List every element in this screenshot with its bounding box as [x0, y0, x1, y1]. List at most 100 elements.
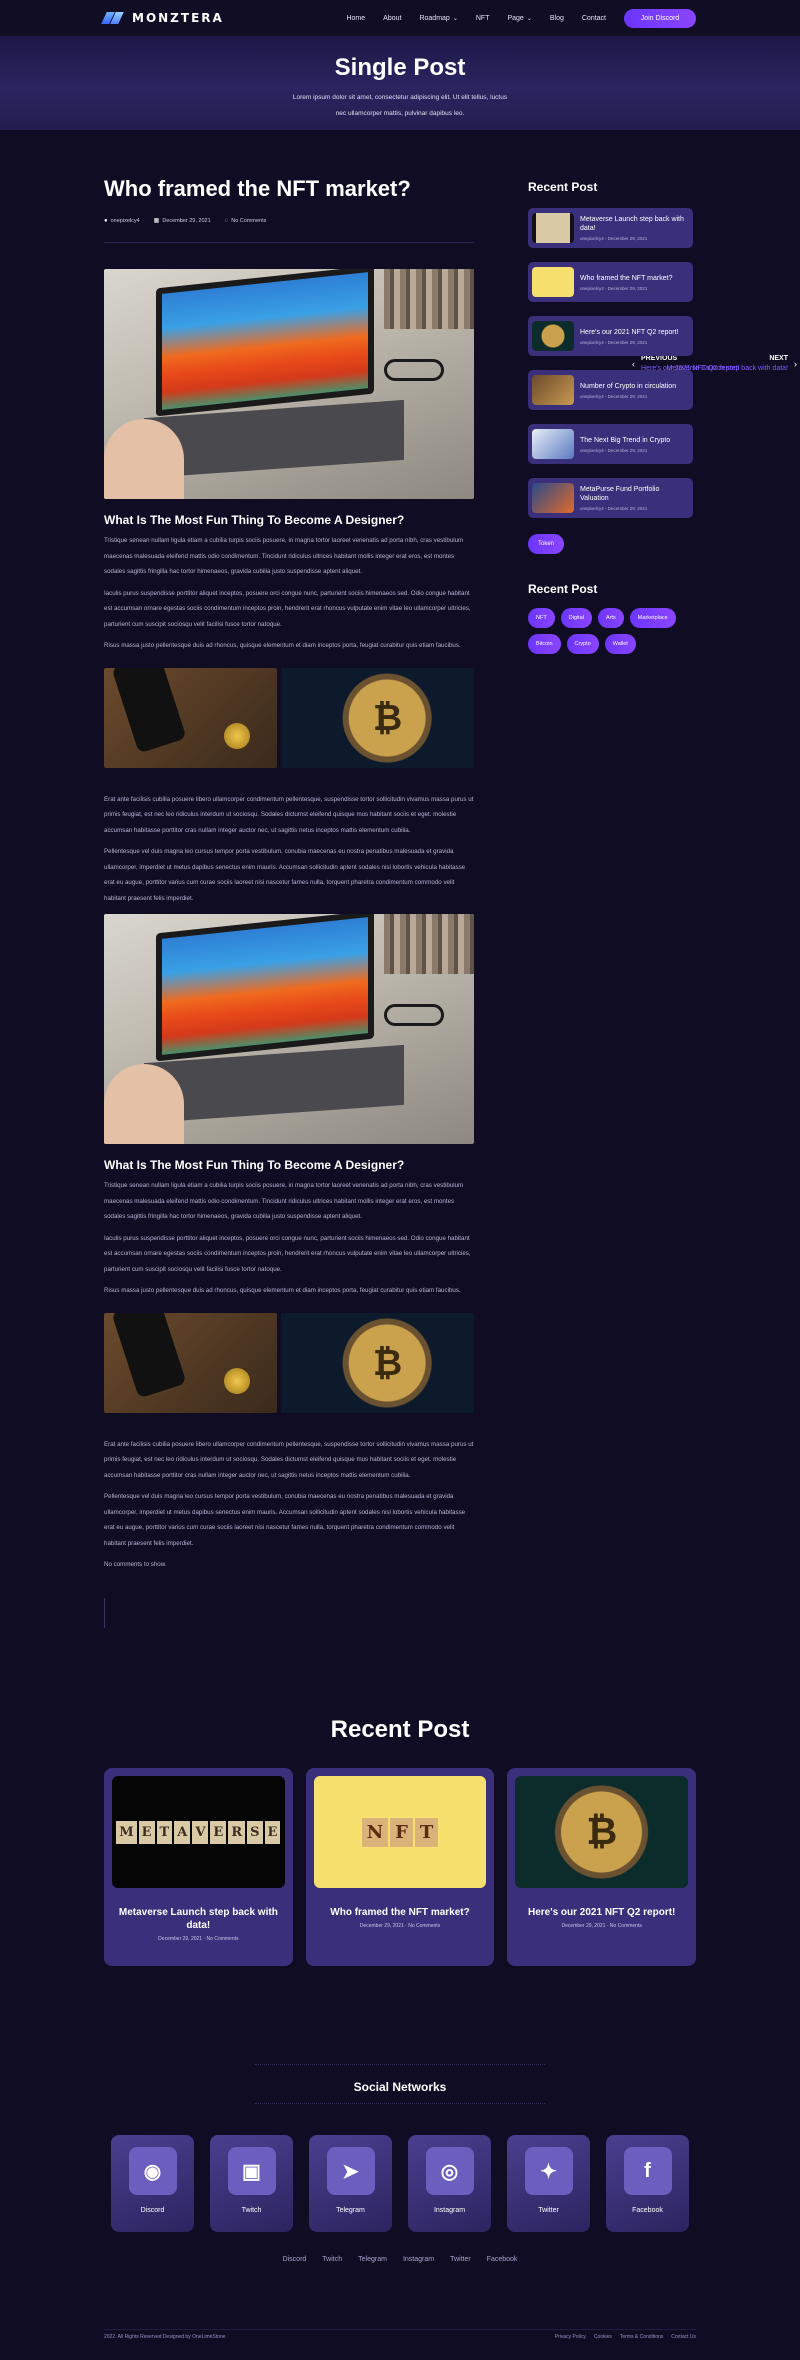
main-menu: Home About Roadmap ⌄ NFT Page ⌄ Blog Conta… [346, 15, 606, 22]
social-card-discord[interactable]: ◉ Discord [111, 2135, 194, 2232]
nav-item-about[interactable]: About [383, 15, 401, 22]
social-link[interactable]: Twitter [450, 2256, 471, 2263]
logo-text: MONZTERA [132, 11, 224, 25]
social-grid: ◉ Discord ▣ Twitch ➤ Telegram ◎ Instagra… [111, 2135, 689, 2232]
tag-cloud: NFT Digital Arts Marketplace Bitcoin Cry… [528, 608, 693, 654]
footer-link-contact[interactable]: Contact Us [671, 2334, 696, 2340]
featured-image [104, 269, 474, 499]
chevron-down-icon: ⌄ [526, 15, 532, 22]
calendar-icon: ▦ [153, 218, 160, 224]
crypto-image-pair: ₿ [104, 667, 474, 768]
social-link[interactable]: Discord [283, 2256, 307, 2263]
recent-post-cards: METAVERSE Metaverse Launch step back wit… [104, 1768, 697, 1966]
card-image: ₿ [515, 1776, 689, 1888]
footer-link-privacy[interactable]: Privacy Policy [555, 2334, 586, 2340]
site-logo[interactable]: MONZTERA [101, 11, 224, 25]
hand-shape [104, 419, 184, 499]
post-title: Who framed the NFT market? [104, 176, 411, 201]
footer-link-terms[interactable]: Terms & Conditions [620, 2334, 663, 2340]
post-card[interactable]: NFT Who framed the NFT market? December … [305, 1768, 495, 1966]
footer-link-cookies[interactable]: Cookies [594, 2334, 612, 2340]
recent-post-item[interactable]: The Next Big Trend in Crypto onepixelcy4 … [528, 424, 693, 464]
recent-post-item[interactable]: Metaverse Launch step back with data! one… [528, 208, 693, 248]
post-comments[interactable]: ◌ No Comments [225, 217, 267, 224]
social-card-instagram[interactable]: ◎ Instagram [408, 2135, 491, 2232]
page-hero: Single Post Lorem ipsum dolor sit amet, … [0, 36, 800, 130]
recent-post-title: Who framed the NFT market? [580, 274, 673, 282]
tag-crypto[interactable]: Crypto [566, 634, 599, 654]
post-card[interactable]: ₿ Here's our 2021 NFT Q2 report! Decembe… [507, 1768, 697, 1966]
card-image: METAVERSE [112, 1776, 285, 1888]
paragraph: Iaculis purus suspendisse porttitor aliq… [104, 589, 471, 628]
nav-item-blog[interactable]: Blog [550, 15, 564, 22]
recent-section-title: Recent Post [330, 1716, 470, 1743]
nav-item-home[interactable]: Home [346, 15, 365, 22]
card-title[interactable]: Who framed the NFT market? [314, 1906, 487, 1919]
tag-digital[interactable]: Digital [560, 608, 592, 628]
section-heading: What Is The Most Fun Thing To Become A D… [104, 1158, 405, 1172]
social-link[interactable]: Instagram [403, 2256, 434, 2263]
social-card-telegram[interactable]: ➤ Telegram [309, 2135, 392, 2232]
footer-links: Privacy Policy Cookies Terms & Condition… [555, 2334, 696, 2340]
social-card-twitch[interactable]: ▣ Twitch [210, 2135, 293, 2232]
footer: 2022. All Rights Reserved Designed by On… [104, 2329, 696, 2340]
recent-post-meta: onepixelcy4 - December 29, 2021 [580, 393, 648, 399]
post-thumbnail [532, 429, 574, 459]
card-meta: December 29, 2021 · No Comments [158, 1936, 239, 1942]
recent-post-item[interactable]: Here's our 2021 NFT Q2 report! onepixelcy… [528, 316, 693, 356]
card-meta: December 29, 2021 · No Comments [561, 1923, 642, 1929]
facebook-icon: f [623, 2147, 672, 2195]
recent-post-item[interactable]: Who framed the NFT market? onepixelcy4 - … [528, 262, 693, 302]
paragraph: Erat ante facilisis cubilia posuere libe… [104, 795, 474, 834]
post-author[interactable]: ● onepixelcy4 [104, 217, 140, 224]
nav-item-contact[interactable]: Contact [582, 15, 606, 22]
copyright: 2022. All Rights Reserved Designed by On… [104, 2334, 226, 2340]
recent-post-title: The Next Big Trend in Crypto [580, 436, 671, 444]
nav-item-roadmap[interactable]: Roadmap ⌄ [419, 15, 457, 22]
discord-icon: ◉ [128, 2147, 177, 2195]
tag-wallet[interactable]: Wallet [604, 634, 636, 654]
social-name: Telegram [336, 2207, 365, 2214]
recent-post-item[interactable]: MetaPurse Fund Portfolio Valuation onepix… [528, 478, 693, 518]
comment-icon: ◌ [224, 217, 229, 224]
card-title[interactable]: Here's our 2021 NFT Q2 report! [515, 1906, 688, 1919]
social-text-links: Discord Twitch Telegram Instagram Twitte… [0, 2256, 800, 2263]
tag-arts[interactable]: Arts [598, 608, 624, 628]
top-nav: MONZTERA Home About Roadmap ⌄ NFT Page ⌄ B… [0, 0, 800, 36]
crypto-image-pair: ₿ [104, 1312, 474, 1413]
social-link[interactable]: Facebook [487, 2256, 518, 2263]
paragraph: Pellentesque vel duis magna leo cursus t… [104, 1493, 466, 1547]
tag-bitcoin[interactable]: Bitcoin [528, 634, 561, 654]
instagram-icon: ◎ [425, 2147, 474, 2195]
recent-post-item[interactable]: Number of Crypto in circulation onepixelc… [528, 370, 693, 410]
logo-mark-icon [101, 12, 126, 24]
phone-coin-image [104, 667, 277, 768]
recent-post-title: Metaverse Launch step back with data! [580, 216, 684, 232]
recent-post-title: MetaPurse Fund Portfolio Valuation [580, 486, 660, 502]
nav-item-page[interactable]: Page ⌄ [507, 15, 531, 22]
card-title[interactable]: Metaverse Launch step back with data! [112, 1906, 285, 1932]
card-meta: December 29, 2021 · No Comments [359, 1923, 441, 1929]
category-token[interactable]: Token [528, 534, 565, 554]
social-title: Social Networks [353, 2080, 447, 2094]
recent-post-meta: onepixelcy4 - December 29, 2021 [580, 339, 648, 345]
article-image [104, 914, 474, 1144]
post-card[interactable]: METAVERSE Metaverse Launch step back wit… [104, 1768, 293, 1966]
glasses-shape [384, 359, 444, 381]
bitcoin-image: ₿ [281, 667, 474, 768]
paragraph: Pellentesque vel duis magna leo cursus t… [104, 848, 466, 902]
social-card-twitter[interactable]: ✦ Twitter [507, 2135, 590, 2232]
tag-nft[interactable]: NFT [528, 608, 555, 628]
social-name: Discord [140, 2207, 165, 2214]
bookshelf-shape [384, 269, 474, 329]
paragraph: Tristique senean nullam ligula etiam a c… [104, 537, 464, 575]
tag-marketplace[interactable]: Marketplace [629, 608, 676, 628]
sidebar: Recent Post Metaverse Launch step back w… [528, 180, 693, 654]
card-image: NFT [313, 1776, 487, 1888]
join-discord-button[interactable]: Join Discord [624, 8, 696, 28]
post-thumbnail [532, 375, 574, 405]
social-link[interactable]: Twitch [322, 2256, 342, 2263]
nav-item-nft[interactable]: NFT [476, 15, 490, 22]
social-link[interactable]: Telegram [358, 2256, 387, 2263]
social-card-facebook[interactable]: f Facebook [606, 2135, 689, 2232]
